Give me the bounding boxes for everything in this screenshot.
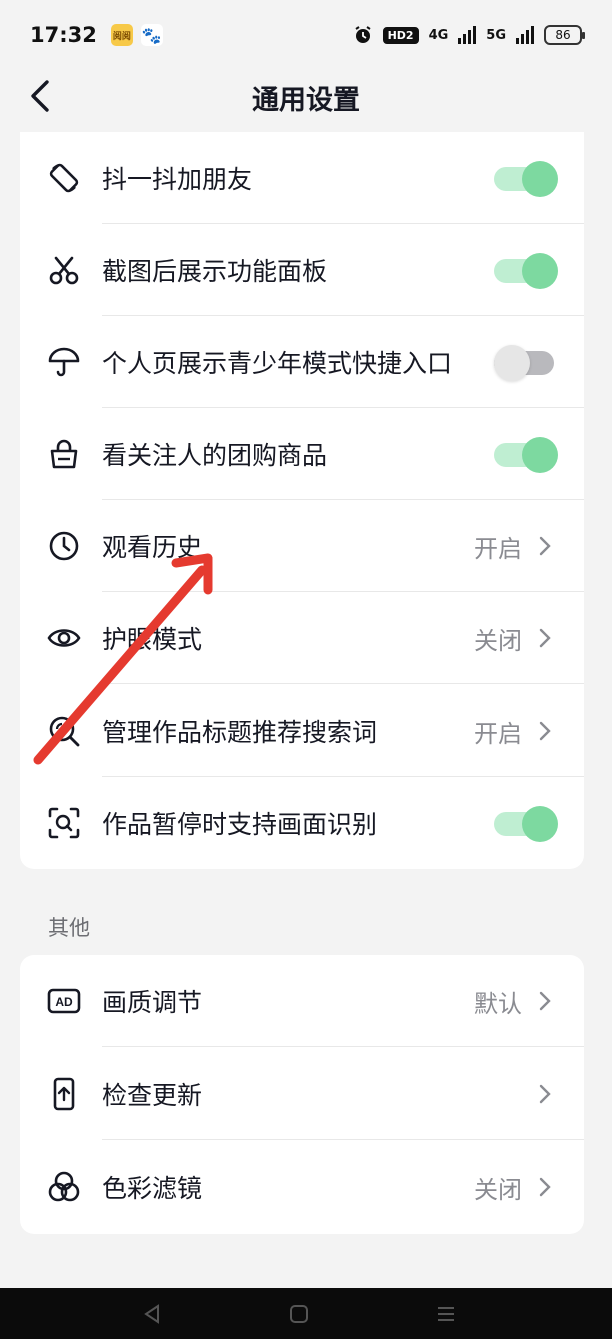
setting-label: 护眼模式 — [102, 625, 203, 654]
reading-app-icon: 阅阅 — [110, 24, 133, 46]
rotate-phone-icon — [46, 160, 82, 196]
scissors-icon — [46, 252, 82, 288]
toggle-switch[interactable] — [494, 252, 558, 289]
chevron-right-icon — [538, 989, 556, 1013]
eye-icon — [46, 620, 82, 656]
toggle-switch[interactable] — [494, 160, 558, 197]
search-icon — [46, 713, 82, 749]
setting-row-title-search-words[interactable]: 管理作品标题推荐搜索词 开启 — [20, 685, 584, 777]
baidu-paw-icon: 🐾 — [140, 24, 163, 46]
settings-card: 抖一抖加朋友 截图后展示功能面板 个人页展示青少年模式快捷入口 看关注人的团购商… — [20, 132, 584, 869]
status-time: 17:32 — [30, 23, 97, 47]
chevron-right-icon — [538, 534, 556, 558]
alarm-icon — [355, 26, 371, 43]
network-4g-label: 4G — [428, 27, 449, 43]
setting-label: 作品暂停时支持画面识别 — [102, 810, 378, 839]
setting-label: 看关注人的团购商品 — [102, 441, 328, 470]
setting-row-color-filter[interactable]: 色彩滤镜 关闭 — [20, 1141, 584, 1233]
setting-value: 开启 — [474, 719, 522, 748]
nav-back-icon[interactable] — [138, 1302, 166, 1326]
ad-icon: AD — [46, 983, 82, 1019]
section-header-other: 其他 — [48, 916, 90, 940]
setting-label: 色彩滤镜 — [102, 1174, 203, 1203]
status-app-icons: 阅阅 🐾 — [110, 24, 163, 46]
setting-label: 检查更新 — [102, 1081, 203, 1110]
chevron-right-icon — [538, 1175, 556, 1199]
setting-label: 截图后展示功能面板 — [102, 257, 328, 286]
toggle-switch[interactable] — [494, 344, 558, 381]
setting-label: 个人页展示青少年模式快捷入口 — [102, 349, 453, 378]
color-filter-icon — [46, 1169, 82, 1205]
clock-icon — [46, 528, 82, 564]
scan-icon — [46, 805, 82, 841]
toggle-switch[interactable] — [494, 436, 558, 473]
hd-voice-badge: HD2 — [382, 26, 419, 44]
setting-value: 默认 — [474, 989, 522, 1018]
other-settings-card: AD 画质调节 默认 检查更新 色彩滤镜 关闭 — [20, 955, 584, 1234]
nav-home-icon[interactable] — [285, 1302, 313, 1326]
setting-value: 关闭 — [474, 1175, 522, 1204]
setting-label: 管理作品标题推荐搜索词 — [102, 718, 378, 747]
phone-update-icon — [46, 1076, 82, 1112]
chevron-right-icon — [538, 719, 556, 743]
setting-value: 开启 — [474, 534, 522, 563]
setting-row-teen-mode-shortcut[interactable]: 个人页展示青少年模式快捷入口 — [20, 316, 584, 408]
network-5g-label: 5G — [486, 27, 506, 43]
status-bar: 17:32 阅阅 🐾 HD2 4G 5G 86 — [0, 0, 612, 70]
umbrella-icon — [46, 344, 82, 380]
setting-label: 抖一抖加朋友 — [102, 165, 253, 194]
chevron-right-icon — [538, 626, 556, 650]
setting-value: 关闭 — [474, 626, 522, 655]
toggle-switch[interactable] — [494, 805, 558, 842]
svg-text:AD: AD — [55, 995, 73, 1009]
signal-strength-icon-2 — [516, 26, 534, 44]
setting-row-followed-group-buy[interactable]: 看关注人的团购商品 — [20, 408, 584, 500]
setting-row-video-quality[interactable]: AD 画质调节 默认 — [20, 955, 584, 1047]
page-title: 通用设置 — [252, 85, 360, 116]
setting-row-check-update[interactable]: 检查更新 — [20, 1048, 584, 1140]
setting-row-pause-image-recognition[interactable]: 作品暂停时支持画面识别 — [20, 777, 584, 869]
status-indicators: HD2 4G 5G 86 — [353, 25, 585, 45]
setting-label: 观看历史 — [102, 533, 203, 562]
setting-row-screenshot-panel[interactable]: 截图后展示功能面板 — [20, 224, 584, 316]
nav-menu-icon[interactable] — [432, 1302, 460, 1326]
setting-row-eye-care[interactable]: 护眼模式 关闭 — [20, 592, 584, 684]
nav-bar: 通用设置 — [0, 62, 612, 130]
chevron-right-icon — [538, 1082, 556, 1106]
battery-indicator: 86 — [544, 25, 585, 45]
setting-row-watch-history[interactable]: 观看历史 开启 — [20, 500, 584, 592]
system-nav-bar — [0, 1288, 612, 1339]
setting-row-shake-add-friend[interactable]: 抖一抖加朋友 — [20, 132, 584, 224]
signal-strength-icon — [458, 26, 477, 44]
shopping-bag-icon — [46, 436, 82, 472]
setting-label: 画质调节 — [102, 988, 203, 1017]
